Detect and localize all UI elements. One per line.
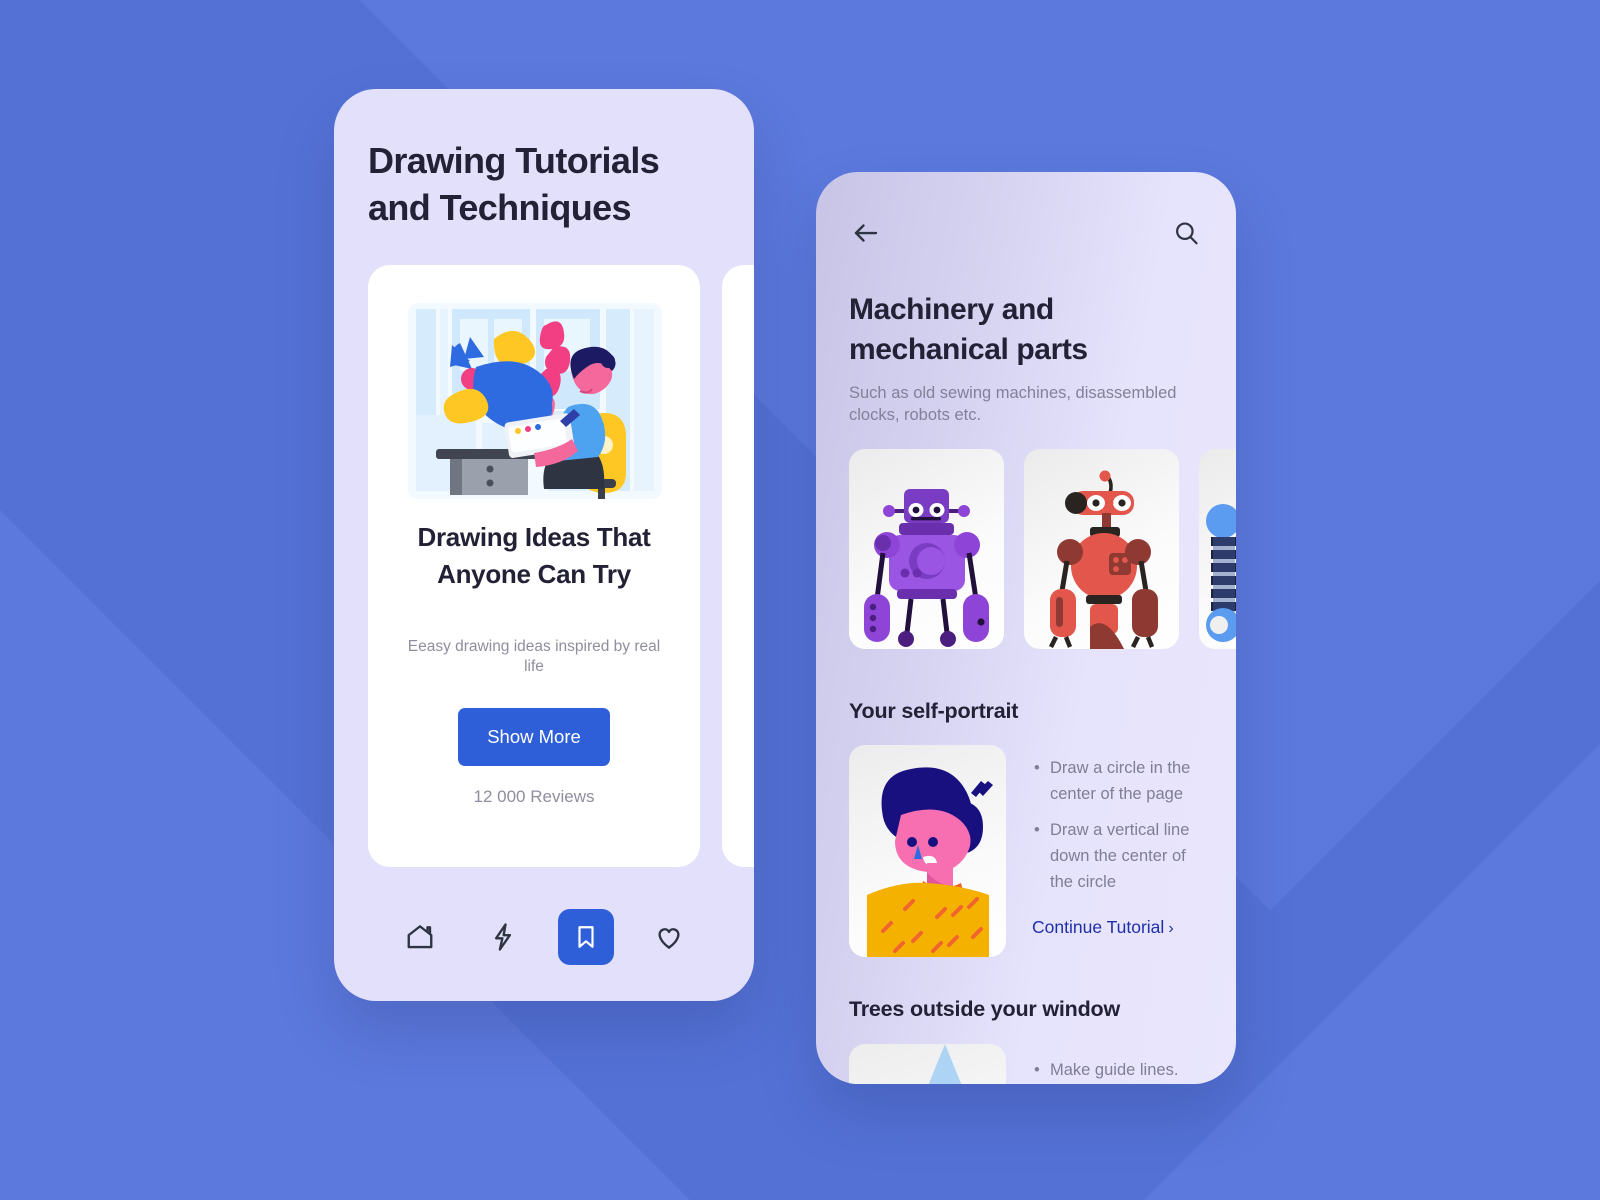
reviews-count: 12 000 Reviews [473,787,595,806]
trees-row: Make guide lines. [849,1044,1209,1084]
bookmark-icon [577,926,594,948]
tab-home[interactable] [392,909,448,965]
tutorial-card-next[interactable] [722,265,754,867]
page-title: Drawing Tutorials and Techniques [368,140,660,228]
tab-trending[interactable] [475,909,531,965]
trees-illustration [849,1044,1006,1084]
reference-thumbnail-carousel[interactable] [849,449,1236,649]
phone-screen-home: Drawing Tutorials and Techniques Drawing… [334,89,754,1001]
purple-robot-thumbnail[interactable] [849,449,1004,649]
chevron-right-icon: › [1168,920,1174,937]
person-drawing-on-tablet-illustration [408,303,662,499]
self-portrait-illustration [849,745,1006,957]
red-robot-thumbnail[interactable] [1024,449,1179,649]
card-subtitle: Eeasy drawing ideas inspired by real lif… [407,638,661,676]
tab-favorites[interactable] [641,909,697,965]
trees-steps: Make guide lines. [1034,1044,1209,1084]
bottom-tab-bar [334,905,754,969]
tutorial-card[interactable]: Drawing Ideas That Anyone Can Try Eeasy … [368,265,700,867]
show-more-button[interactable]: Show More [458,708,610,766]
app-bar [849,216,1203,250]
category-title: Machinery and mechanical parts [849,293,1088,366]
back-button[interactable] [849,216,883,250]
tutorial-card-carousel[interactable]: Drawing Ideas That Anyone Can Try Eeasy … [368,265,754,867]
lightning-icon [494,923,511,951]
app-mockup-canvas: Drawing Tutorials and Techniques Drawing… [0,0,1600,1200]
tab-saved[interactable] [557,909,614,965]
phone-screen-category: Machinery and mechanical parts Such as o… [816,172,1236,1084]
list-item: Draw a vertical line down the center of … [1034,817,1209,895]
heart-icon [657,928,680,949]
blue-spring-thumbnail[interactable] [1199,449,1236,649]
list-item: Make guide lines. [1034,1058,1209,1083]
section-heading-trees: Trees outside your window [849,997,1120,1021]
card-heading: Drawing Ideas That Anyone Can Try [417,522,651,589]
search-icon [1176,222,1198,245]
continue-tutorial-link[interactable]: Continue Tutorial › [1032,917,1174,938]
home-icon [407,925,432,949]
continue-tutorial-label: Continue Tutorial [1032,917,1165,937]
section-heading-self-portrait: Your self-portrait [849,699,1019,723]
search-button[interactable] [1169,216,1203,250]
category-subtitle: Such as old sewing machines, disassemble… [849,384,1177,425]
arrow-left-icon [854,224,878,242]
list-item: Draw a circle in the center of the page [1034,755,1209,807]
